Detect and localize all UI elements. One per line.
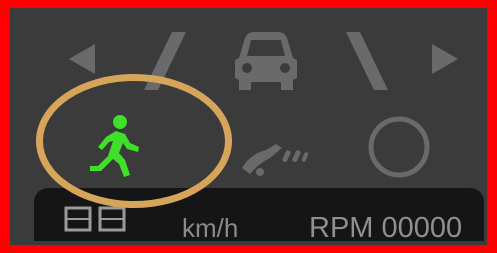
lane-indicator-row — [10, 8, 487, 108]
car-icon — [235, 32, 297, 90]
left-arrow-icon — [69, 44, 95, 74]
road-spray-icon — [242, 144, 309, 176]
screenshot-frame: km/h RPM 00000 — [0, 0, 497, 253]
adas-display-panel: km/h RPM 00000 — [10, 8, 487, 245]
status-bar: km/h RPM 00000 — [34, 188, 484, 244]
circle-icon — [368, 116, 430, 178]
warning-indicator-row — [10, 100, 487, 196]
left-lane-line-icon — [144, 32, 186, 90]
speed-readout-digits — [64, 206, 126, 232]
rpm-readout: RPM 00000 — [309, 212, 463, 244]
pedestrian-icon — [90, 115, 139, 177]
right-lane-line-icon — [346, 32, 388, 90]
right-arrow-icon — [432, 44, 458, 74]
speed-unit-label: km/h — [182, 213, 239, 243]
